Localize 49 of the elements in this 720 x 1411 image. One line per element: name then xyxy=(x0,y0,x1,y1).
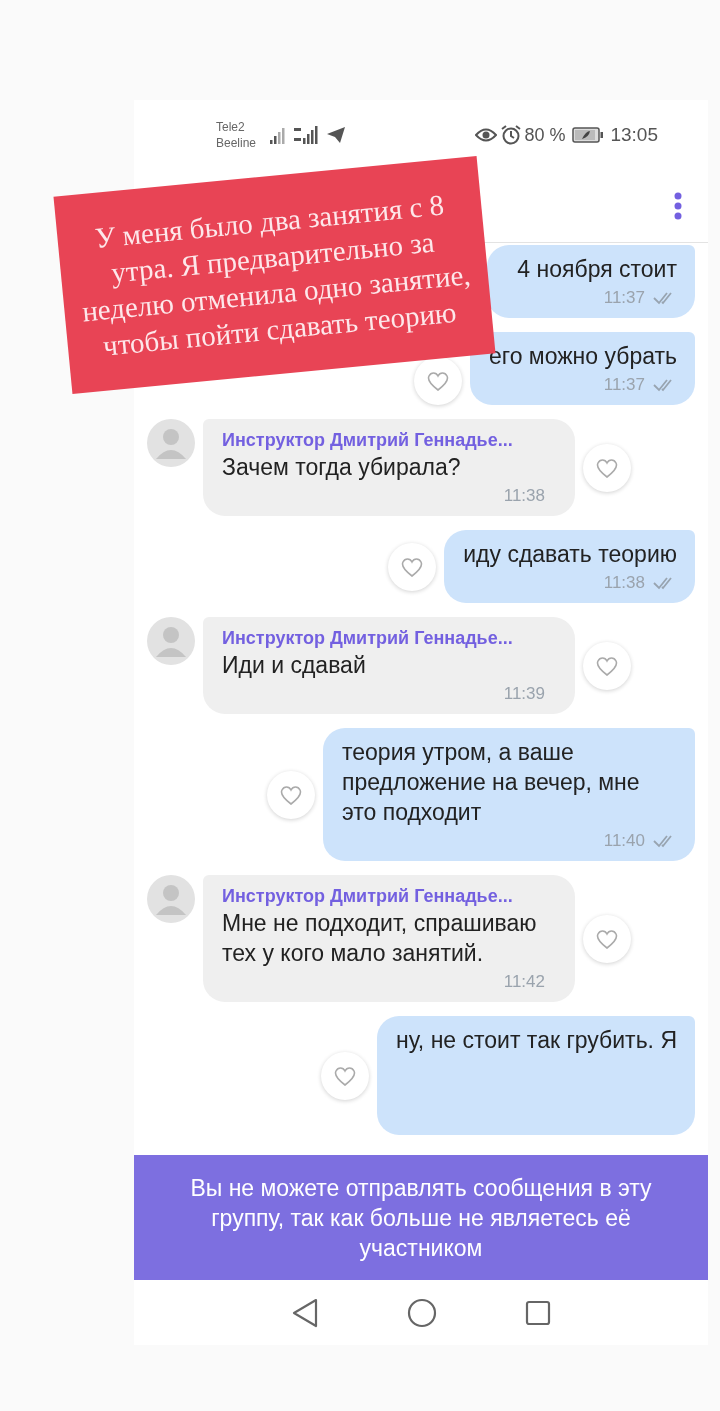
message-time: 11:38 xyxy=(503,485,545,507)
heart-icon xyxy=(595,654,619,677)
alarm-clock-icon xyxy=(501,125,522,145)
heart-icon xyxy=(400,555,425,578)
like-button[interactable] xyxy=(267,770,315,819)
message-time: 11:42 xyxy=(503,971,545,993)
notice-banner: Вы не можете отправлять сообщения в эту группу, так как больше не являетесь её участником xyxy=(134,1155,708,1280)
message-time: 11:38 xyxy=(603,572,645,594)
clock-time: 13:05 xyxy=(610,122,658,147)
sender-name: Инструктор Дмитрий Геннадье... xyxy=(222,885,514,908)
avatar-icon xyxy=(147,617,195,665)
like-button[interactable] xyxy=(388,542,437,591)
carrier-name: Beeline xyxy=(216,135,257,151)
like-button[interactable] xyxy=(320,1051,369,1100)
signal-icon xyxy=(270,126,287,144)
battery-percent: 80 % xyxy=(524,123,566,147)
message-text: теория утром, а ваше предложение на вечер, мне это подходит xyxy=(342,738,641,827)
avatar-icon xyxy=(147,419,195,467)
eye-icon xyxy=(475,127,498,143)
message-text: 4 ноября стоит xyxy=(517,255,677,284)
message-text: ну, не стоит так грубить. Я xyxy=(395,1026,677,1055)
heart-icon xyxy=(595,927,619,950)
like-button[interactable] xyxy=(583,641,631,690)
paper-plane-icon xyxy=(326,126,347,144)
message-text: Иди и сдавай xyxy=(222,651,367,680)
recent-apps-icon[interactable] xyxy=(525,1299,551,1326)
like-button[interactable] xyxy=(583,443,631,492)
heart-icon xyxy=(279,783,303,806)
heart-icon xyxy=(595,456,619,479)
message-text: иду сдавать теорию xyxy=(463,540,677,569)
battery-icon xyxy=(572,127,605,143)
message-time: 11:39 xyxy=(503,683,545,705)
heart-icon xyxy=(332,1064,357,1087)
heart-icon xyxy=(426,370,450,392)
signal-icon xyxy=(294,126,321,144)
back-icon[interactable] xyxy=(291,1297,319,1328)
more-options-icon[interactable] xyxy=(674,192,682,220)
sender-name: Инструктор Дмитрий Геннадье... xyxy=(222,627,514,650)
like-button[interactable] xyxy=(583,914,631,963)
like-button[interactable] xyxy=(414,357,462,405)
message-text: Зачем тогда убирала? xyxy=(222,453,462,482)
message-time: 11:40 xyxy=(603,830,645,852)
home-icon[interactable] xyxy=(407,1297,437,1328)
message-text: Мне не подходит, спрашиваю тех у кого мало занятий. xyxy=(222,909,538,968)
message-time: 11:37 xyxy=(603,287,645,309)
message-time: 11:37 xyxy=(603,374,645,396)
sender-name: Инструктор Дмитрий Геннадье... xyxy=(222,429,514,452)
carrier-name: Tele2 xyxy=(216,119,246,135)
avatar-icon xyxy=(147,875,195,923)
